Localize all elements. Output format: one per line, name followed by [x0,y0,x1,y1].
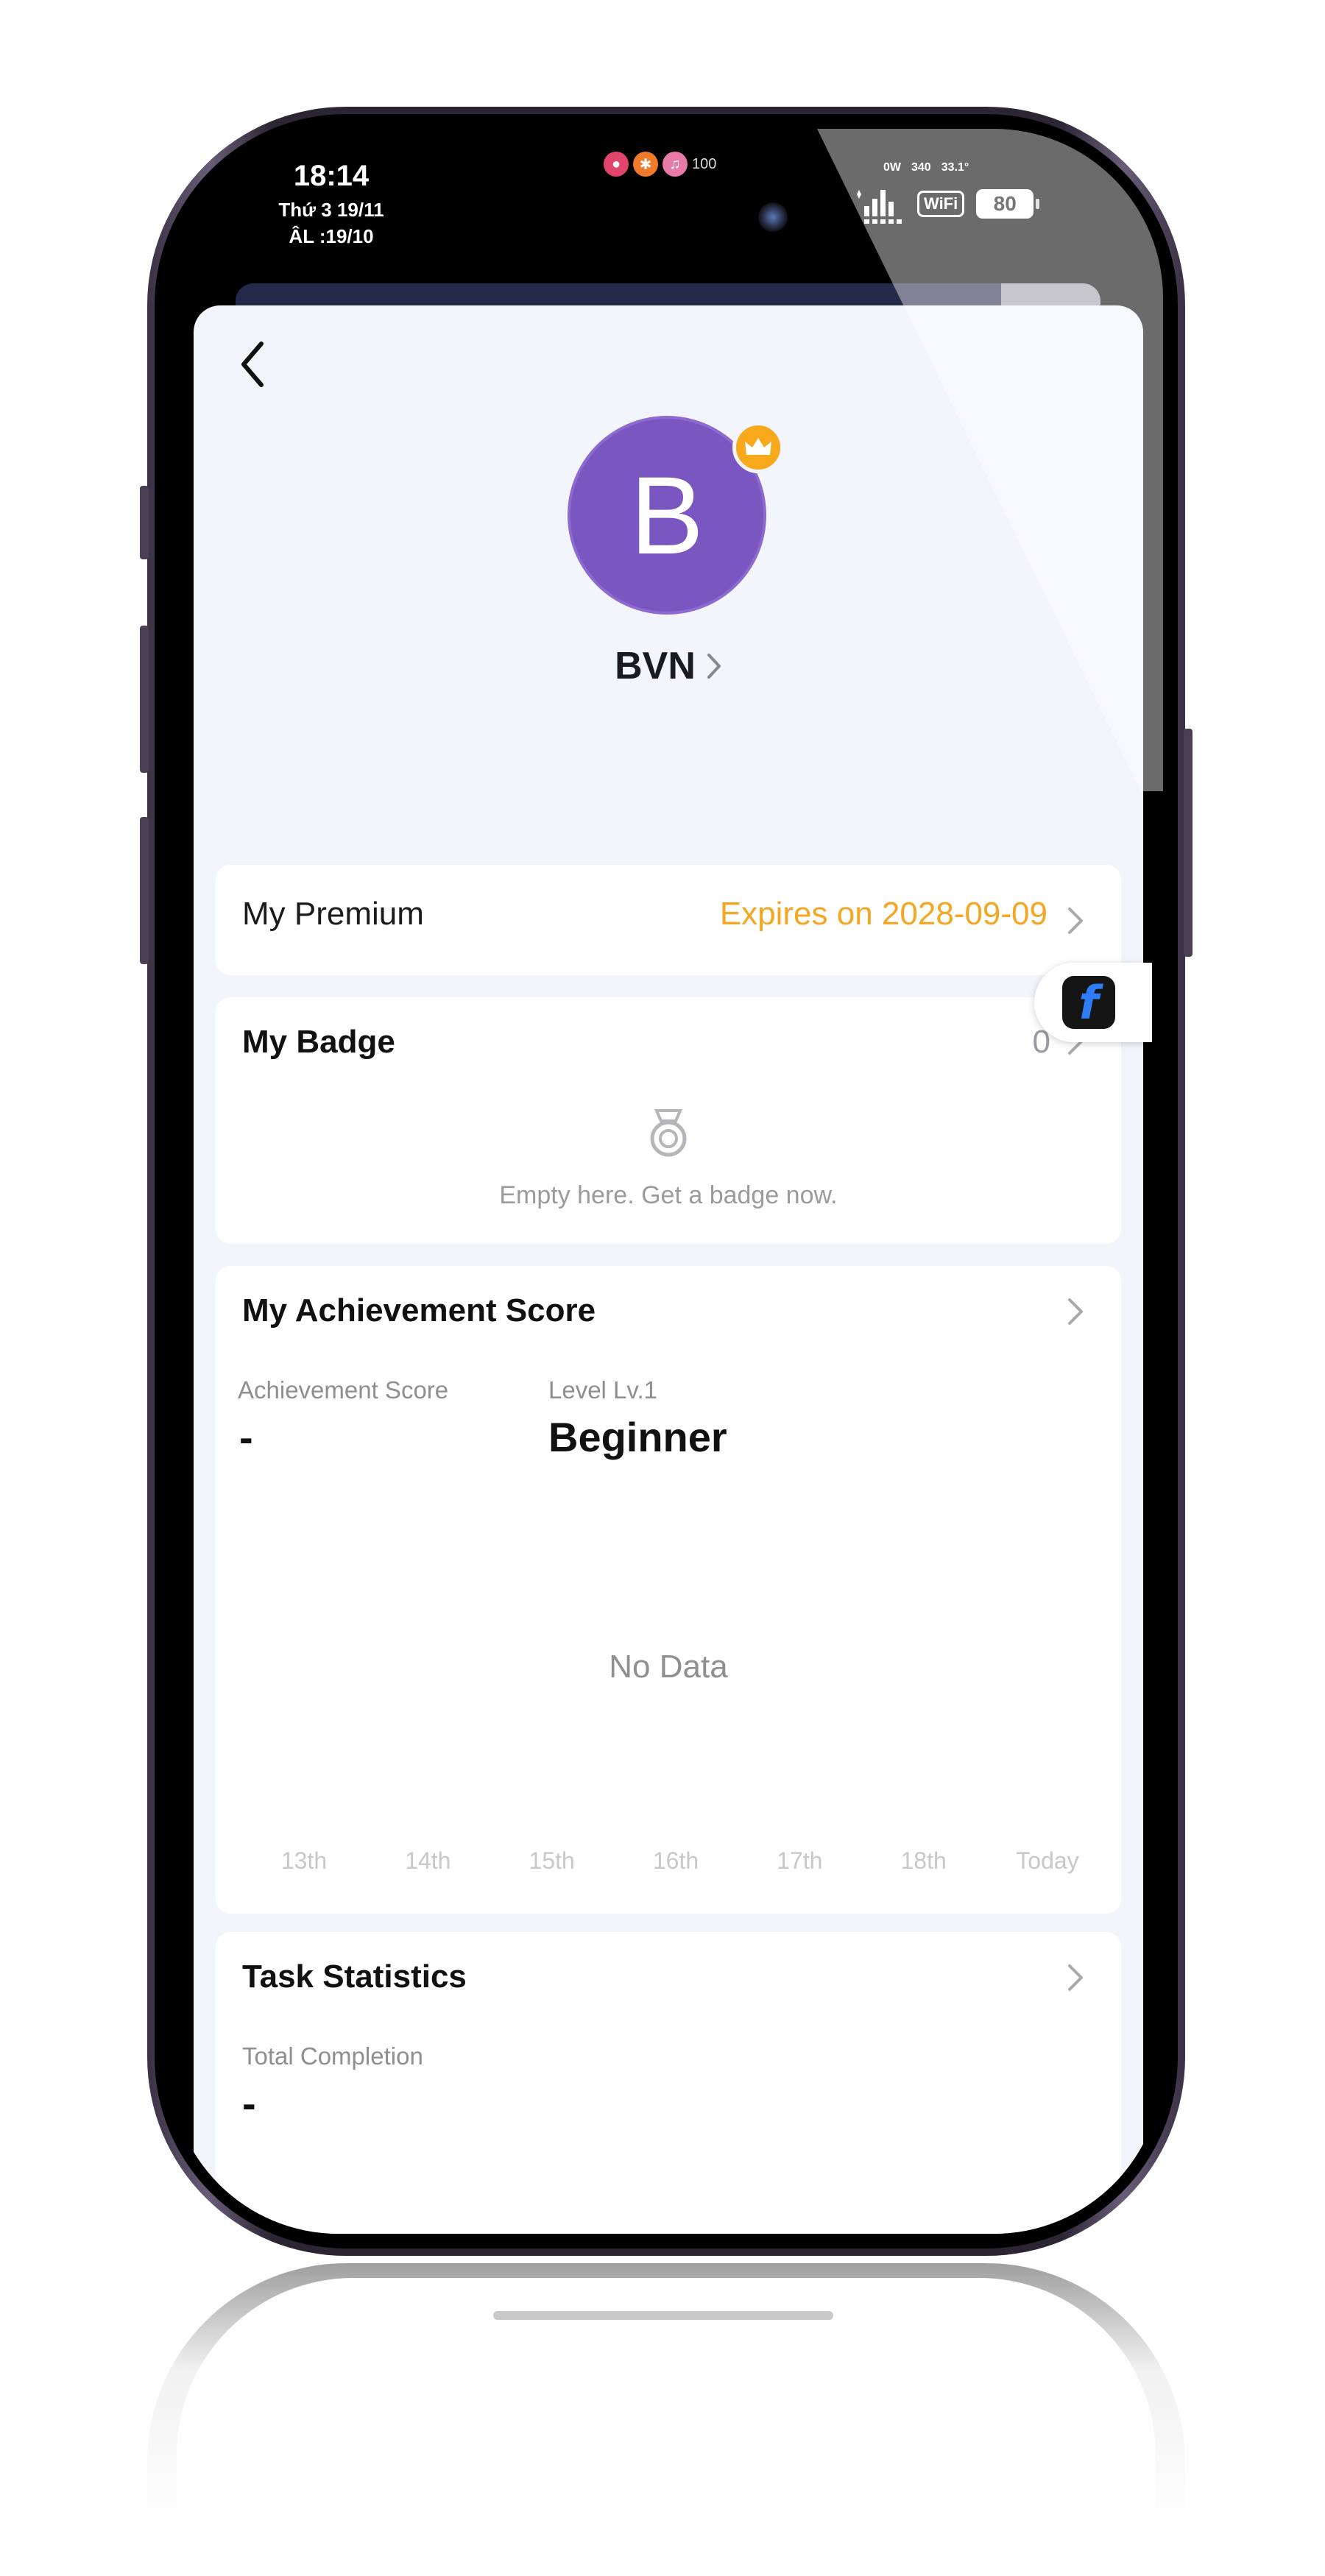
floating-shortcut-button[interactable]: f [1034,963,1152,1042]
x-tick-label: 15th [529,1847,575,1874]
battery-icon: 80 [976,189,1040,219]
x-tick-label: 16th [652,1847,699,1874]
status-icons-right: WiFi 80 [854,184,1040,224]
power-button [1184,729,1192,957]
achievement-score-value: - [239,1414,253,1460]
chevron-left-icon [241,342,264,387]
level-label: Level Lv.1 [548,1376,657,1404]
data-speed-readout: 340 [911,161,931,174]
level-value: Beginner [548,1414,727,1460]
volume-up-button [140,626,149,773]
x-tick-label: 18th [900,1847,947,1874]
username: BVN [615,645,696,687]
status-date-line2: ÂL :19/10 [289,225,374,247]
username-row[interactable]: BVN [194,644,1143,688]
x-tick-label: Today [1016,1847,1079,1874]
total-completion-label: Total Completion [242,2042,423,2070]
temperature-readout: 33.1° [941,161,969,174]
premium-card[interactable]: My Premium Expires on 2028-09-09 [216,865,1121,975]
action-button [140,486,149,559]
profile-sheet: B BVN My Premium Expires on 2028-09-09 M… [194,305,1143,2234]
phone-reflection-home-bar [493,2311,833,2320]
chevron-right-icon [1068,1298,1083,1325]
crown-icon [732,422,784,473]
premium-expiry: Expires on 2028-09-09 [719,896,1047,932]
status-time: 18:14 [293,160,370,192]
x-tick-label: 14th [405,1847,451,1874]
chevron-right-icon [1068,907,1083,934]
facebook-icon: f [1062,976,1115,1030]
volume-level: 100 [692,155,717,172]
phone-screen: 18:14 Thứ 3 19/11 ÂL :19/10 ● ✱ ♫ 100 0W… [169,129,1163,2234]
bluetooth-icon: ✱ [633,152,658,177]
x-tick-label: 17th [777,1847,823,1874]
achievement-title: My Achievement Score [242,1292,596,1328]
badge-empty-message: Empty here. Get a badge now. [499,1181,838,1209]
signal-icon [857,190,902,224]
lock-icon: ● [604,152,629,177]
wifi-icon: WiFi [917,191,965,217]
status-date-line1: Thứ 3 19/11 [278,199,384,221]
chart-x-axis: 13th 14th 15th 16th 17th 18th Today [260,1847,1092,1875]
volume-icon: ♫ [662,152,688,177]
achievement-card[interactable]: My Achievement Score Achievement Score -… [216,1266,1121,1914]
chevron-right-icon [1068,1964,1083,1991]
task-statistics-card[interactable]: Task Statistics Total Completion - [216,1932,1121,2234]
volume-down-button [140,817,149,964]
chart-no-data: No Data [609,1649,728,1685]
badge-title: My Badge [242,1024,395,1060]
total-completion-value: - [242,2080,256,2126]
task-statistics-title: Task Statistics [242,1958,467,1995]
status-date: Thứ 3 19/11 ÂL :19/10 [254,197,409,250]
status-metrics: 0W 340 33.1° [883,161,969,174]
medal-icon [650,1109,687,1157]
badge-card[interactable]: My Badge 0 Empty here. Get a badge now. [216,997,1121,1244]
achievement-score-label: Achievement Score [238,1376,449,1404]
back-button[interactable] [230,335,275,394]
power-readout: 0W [883,161,901,174]
status-icons-center: ● ✱ ♫ 100 [604,149,716,179]
front-camera-icon [758,202,788,232]
chevron-right-icon [707,654,721,679]
premium-label: My Premium [242,896,424,932]
x-tick-label: 13th [280,1847,328,1874]
